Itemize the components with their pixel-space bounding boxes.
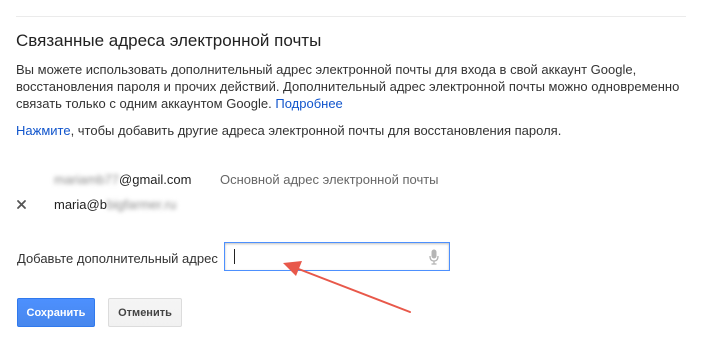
secondary-email-visible: maria@b xyxy=(54,197,107,212)
description-text: Вы можете использовать дополнительный ад… xyxy=(16,62,680,111)
section-divider xyxy=(16,16,686,17)
primary-email-blurred: mariamb77 xyxy=(54,172,120,187)
save-button[interactable]: Сохранить xyxy=(17,298,95,327)
add-email-label: Добавьте дополнительный адрес xyxy=(17,251,218,266)
microphone-icon[interactable] xyxy=(429,249,439,270)
cancel-button[interactable]: Отменить xyxy=(108,298,182,327)
primary-email-address: mariamb77@gmail.com xyxy=(54,172,191,187)
section-description: Вы можете использовать дополнительный ад… xyxy=(16,61,686,112)
add-email-input[interactable] xyxy=(225,243,427,270)
add-recovery-hint: Нажмите, чтобы добавить другие адреса эл… xyxy=(16,123,561,138)
hint-click-link[interactable]: Нажмите xyxy=(16,123,71,138)
secondary-email-address: maria@bbigfarmer.ru xyxy=(54,197,176,212)
remove-email-icon[interactable] xyxy=(15,197,29,211)
hint-text: , чтобы добавить другие адреса электронн… xyxy=(70,123,562,138)
secondary-email-blurred: bigfarmer.ru xyxy=(106,197,177,212)
text-caret xyxy=(234,249,235,264)
primary-email-badge: Основной адрес электронной почты xyxy=(220,172,439,187)
add-email-field[interactable] xyxy=(224,242,450,271)
primary-email-domain: @gmail.com xyxy=(119,172,192,187)
learn-more-link[interactable]: Подробнее xyxy=(275,96,342,111)
section-title: Связанные адреса электронной почты xyxy=(16,31,322,50)
